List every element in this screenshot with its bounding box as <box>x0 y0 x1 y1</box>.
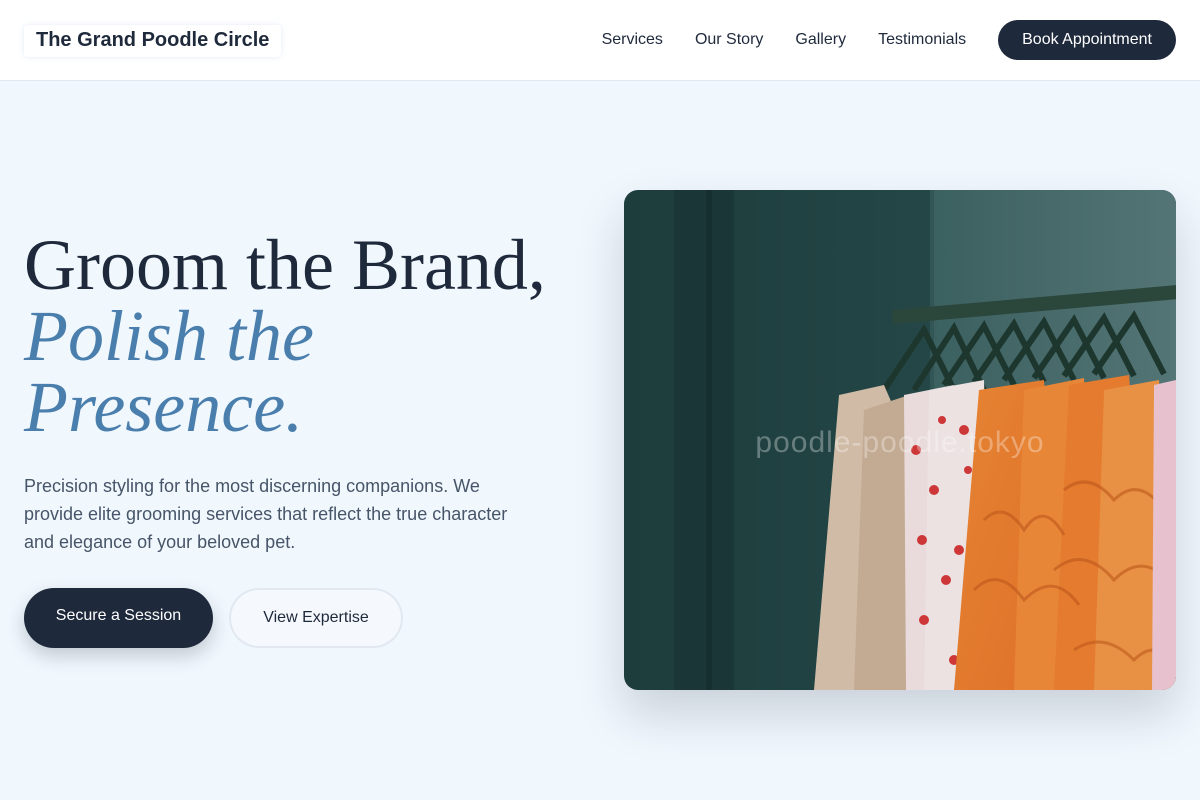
hero-image: poodle-poodle.tokyo <box>624 190 1176 690</box>
hero-title-accent: Polish the Presence. <box>24 296 314 447</box>
nav-link-services[interactable]: Services <box>602 20 663 60</box>
hero-title-line: Groom the Brand, <box>24 225 546 305</box>
main-nav: Services Our Story Gallery Testimonials … <box>602 20 1176 60</box>
nav-link-gallery[interactable]: Gallery <box>795 20 846 60</box>
hero-description: Precision styling for the most discernin… <box>24 476 508 552</box>
brand-logo[interactable]: The Grand Poodle Circle <box>24 25 282 57</box>
hero-title: Groom the Brand, Polish the Presence. <box>24 229 584 447</box>
nav-link-testimonials[interactable]: Testimonials <box>878 20 966 60</box>
view-expertise-button[interactable]: View Expertise <box>229 588 403 648</box>
image-watermark: poodle-poodle.tokyo <box>755 426 1045 459</box>
nav-link-our-story[interactable]: Our Story <box>695 20 763 60</box>
book-appointment-button[interactable]: Book Appointment <box>998 20 1176 60</box>
secure-session-button[interactable]: Secure a Session <box>24 588 213 648</box>
site-header: The Grand Poodle Circle Services Our Sto… <box>0 0 1200 81</box>
